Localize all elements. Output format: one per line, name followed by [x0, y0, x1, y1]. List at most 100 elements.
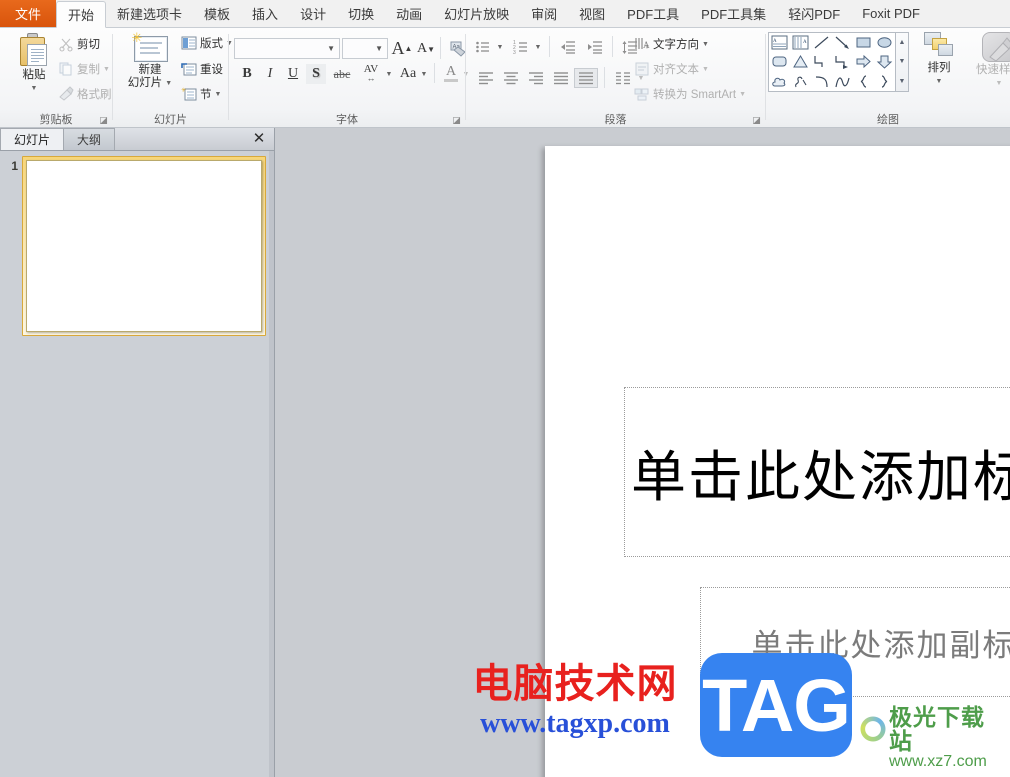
strikethrough-button[interactable]: abc: [329, 65, 355, 83]
clipboard-dialog-launcher[interactable]: ◪: [98, 115, 109, 126]
character-spacing-caret[interactable]: ▼: [384, 68, 394, 80]
close-pane-icon[interactable]: ✕: [250, 130, 268, 148]
layout-button[interactable]: 版式 ▼: [181, 33, 233, 53]
underline-button[interactable]: U: [283, 64, 303, 84]
font-dialog-launcher[interactable]: ◪: [451, 115, 462, 126]
shape-arc[interactable]: [811, 72, 832, 91]
distribute-button[interactable]: [574, 68, 598, 88]
bullets-caret[interactable]: ▼: [495, 41, 505, 53]
tab-pdf-tools[interactable]: PDF工具: [616, 0, 690, 27]
align-text-caret[interactable]: ▼: [702, 66, 709, 73]
decrease-indent-button[interactable]: [556, 37, 580, 57]
increase-indent-button[interactable]: [583, 37, 607, 57]
tab-pdf-toolkit[interactable]: PDF工具集: [690, 0, 777, 27]
font-name-caret[interactable]: ▼: [327, 44, 335, 53]
tab-transitions[interactable]: 切换: [337, 0, 385, 27]
align-left-button[interactable]: [474, 68, 498, 88]
slide-thumbnail-item[interactable]: 1: [4, 156, 270, 338]
shape-curve[interactable]: [832, 72, 853, 91]
new-slide-button[interactable]: ✳ 新建 幻灯片 ▼: [121, 31, 179, 90]
shape-oval[interactable]: [874, 33, 895, 52]
columns-button[interactable]: [611, 68, 635, 88]
shape-elbow-connector[interactable]: [811, 52, 832, 71]
bullets-button[interactable]: [472, 37, 494, 57]
pane-scrollbar[interactable]: [269, 151, 274, 777]
italic-button[interactable]: I: [260, 64, 280, 84]
shape-rectangle[interactable]: [853, 33, 874, 52]
slide-thumbnail-selection[interactable]: [22, 156, 266, 336]
font-color-button[interactable]: A: [441, 62, 461, 84]
font-size-combobox[interactable]: ▼: [342, 38, 388, 59]
numbering-caret[interactable]: ▼: [533, 41, 543, 53]
align-right-button[interactable]: [524, 68, 548, 88]
pane-tab-slides[interactable]: 幻灯片: [0, 128, 65, 150]
shapes-scroll-down-arrow[interactable]: ▼: [899, 58, 906, 65]
shape-elbow-arrow-connector[interactable]: [832, 52, 853, 71]
tab-lightpdf[interactable]: 轻闪PDF: [777, 0, 851, 27]
section-button[interactable]: ✳ 节 ▼: [181, 84, 221, 104]
justify-button[interactable]: [549, 68, 573, 88]
paste-label: 粘贴: [22, 69, 46, 81]
title-placeholder[interactable]: 单击此处添加标题: [624, 387, 1010, 557]
slide-thumbnail-preview[interactable]: [26, 160, 262, 332]
paste-dropdown-caret[interactable]: ▼: [8, 82, 60, 95]
bold-button[interactable]: B: [237, 64, 257, 84]
convert-smartart-caret[interactable]: ▼: [739, 91, 746, 98]
shape-vertical-textbox[interactable]: A: [790, 33, 811, 52]
shapes-scroll-up-arrow[interactable]: ▲: [899, 39, 906, 46]
quick-styles-dropdown-caret[interactable]: ▼: [966, 77, 1010, 90]
grow-font-button[interactable]: A ▲: [391, 37, 413, 59]
font-name-combobox[interactable]: ▼: [234, 38, 340, 59]
text-shadow-button[interactable]: S: [306, 64, 326, 84]
tab-insert[interactable]: 插入: [241, 0, 289, 27]
align-text-button[interactable]: 对齐文本 ▼: [634, 59, 709, 79]
numbering-button[interactable]: 123: [510, 37, 532, 57]
tab-file[interactable]: 文件: [0, 0, 56, 27]
shape-scribble[interactable]: [790, 72, 811, 91]
change-case-button[interactable]: Aa: [396, 64, 420, 84]
shape-triangle[interactable]: [790, 52, 811, 71]
pane-tab-outline[interactable]: 大纲: [63, 128, 116, 150]
change-case-caret[interactable]: ▼: [419, 68, 429, 80]
shape-right-arrow[interactable]: [853, 52, 874, 71]
tab-view[interactable]: 视图: [568, 0, 616, 27]
shape-rounded-rectangle[interactable]: [769, 52, 790, 71]
arrange-dropdown-caret[interactable]: ▼: [914, 75, 964, 88]
shape-arrow[interactable]: [832, 33, 853, 52]
cut-button[interactable]: 剪切: [58, 34, 100, 54]
reset-button[interactable]: 重设: [181, 59, 223, 79]
shapes-gallery-scrollbar[interactable]: ▲ ▼ ▼: [896, 32, 909, 92]
character-spacing-button[interactable]: AV ↔: [357, 62, 385, 84]
format-painter-button[interactable]: 格式刷: [58, 84, 112, 104]
text-direction-button[interactable]: A 文字方向 ▼: [634, 34, 709, 54]
text-direction-caret[interactable]: ▼: [702, 41, 709, 48]
shape-left-brace[interactable]: [853, 72, 874, 91]
copy-dropdown-caret[interactable]: ▼: [103, 66, 110, 73]
tab-design[interactable]: 设计: [289, 0, 337, 27]
tab-foxit-pdf[interactable]: Foxit PDF: [851, 0, 931, 27]
shape-textbox[interactable]: A: [769, 33, 790, 52]
shape-down-arrow[interactable]: [874, 52, 895, 71]
tab-review[interactable]: 审阅: [520, 0, 568, 27]
tab-template[interactable]: 模板: [193, 0, 241, 27]
shrink-font-button[interactable]: A ▼: [415, 39, 437, 59]
tab-new-tab[interactable]: 新建选项卡: [106, 0, 193, 27]
convert-smartart-button[interactable]: 转换为 SmartArt ▼: [634, 84, 746, 104]
new-slide-dropdown-caret[interactable]: ▼: [165, 77, 172, 90]
copy-button[interactable]: 复制 ▼: [58, 59, 110, 79]
shape-cloud[interactable]: [769, 72, 790, 91]
shapes-gallery[interactable]: A A: [768, 32, 896, 92]
section-dropdown-caret[interactable]: ▼: [215, 91, 222, 98]
tab-animations[interactable]: 动画: [385, 0, 433, 27]
paragraph-dialog-launcher[interactable]: ◪: [751, 115, 762, 126]
shapes-scroll-more-arrow[interactable]: ▼: [899, 78, 906, 85]
arrange-button[interactable]: 排列 ▼: [914, 32, 964, 88]
paste-button[interactable]: 粘贴 ▼: [8, 33, 60, 95]
font-size-caret[interactable]: ▼: [375, 44, 383, 53]
tab-home[interactable]: 开始: [56, 1, 107, 28]
shape-line[interactable]: [811, 33, 832, 52]
align-center-button[interactable]: [499, 68, 523, 88]
tab-slideshow[interactable]: 幻灯片放映: [433, 0, 520, 27]
shape-right-brace[interactable]: [874, 72, 895, 91]
quick-styles-button[interactable]: 快速样式 ▼: [966, 32, 1010, 90]
